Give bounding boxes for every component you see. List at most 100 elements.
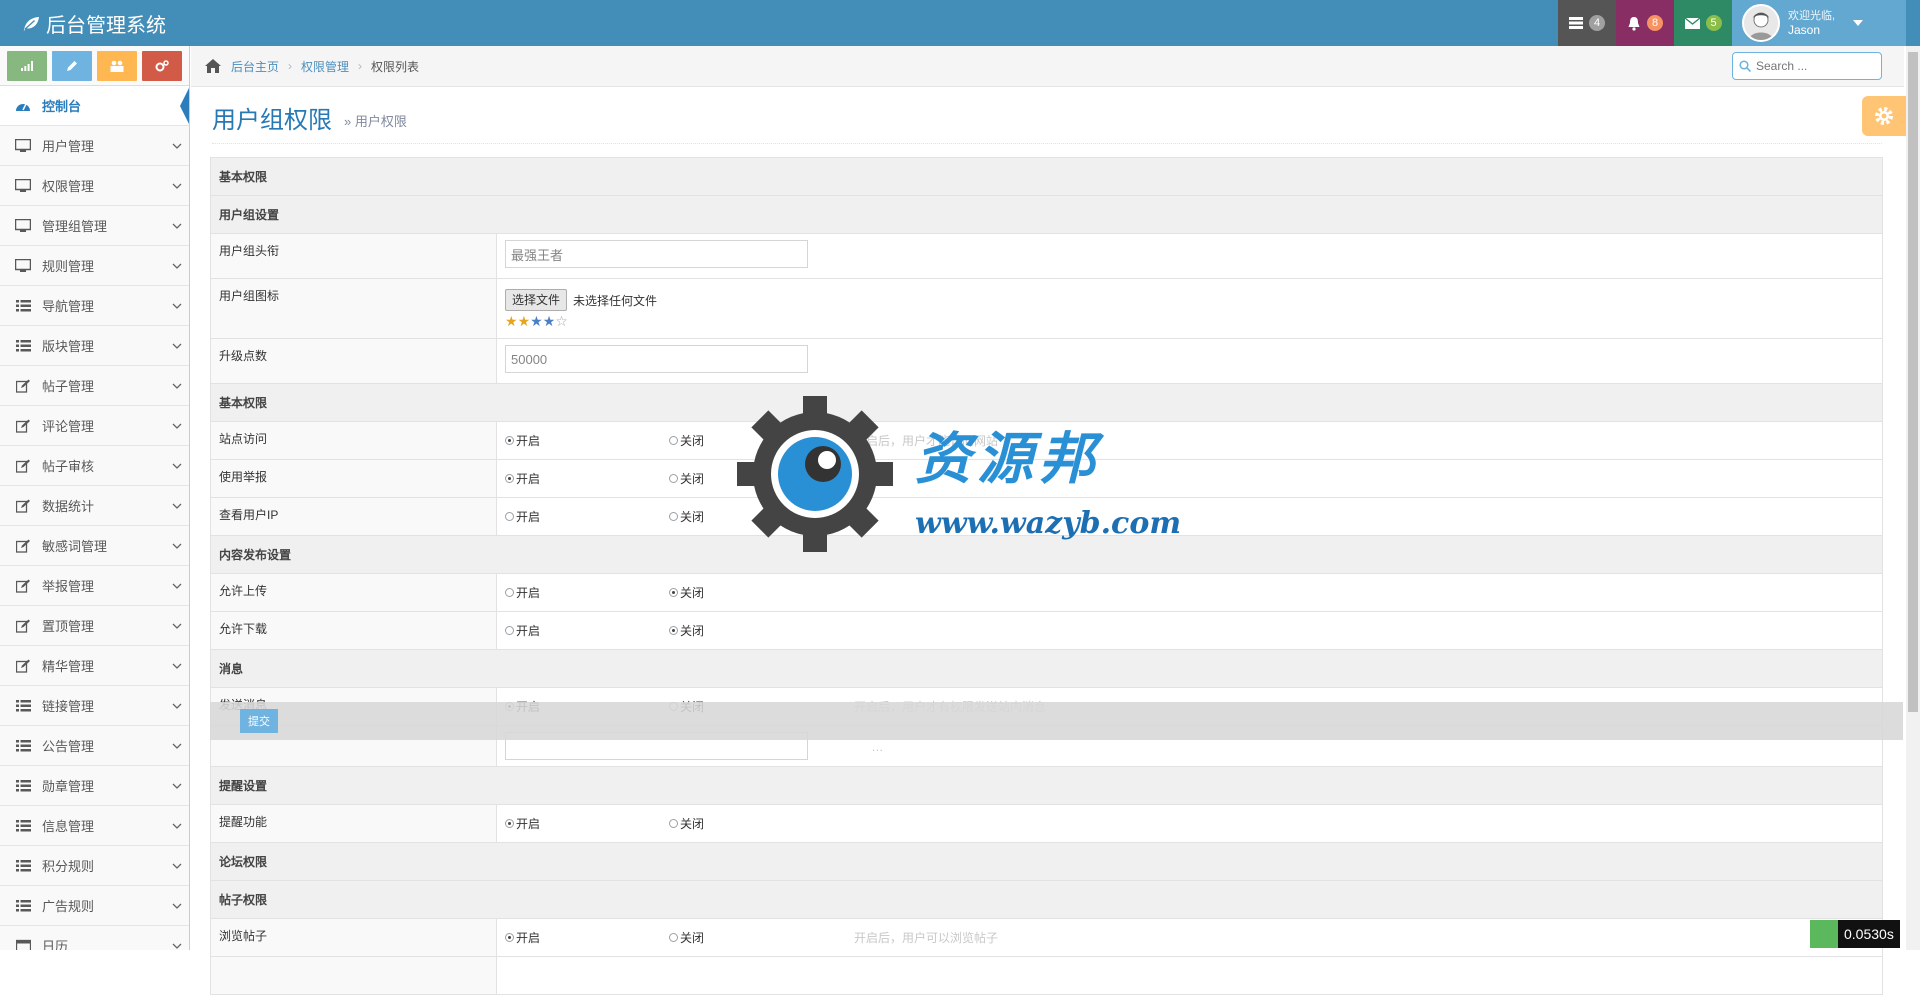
search-icon <box>1739 60 1751 72</box>
scrollbar-thumb[interactable] <box>1908 52 1918 712</box>
radio-on[interactable]: 开启 <box>505 432 669 449</box>
signal-icon <box>21 61 33 71</box>
sidebar-item[interactable]: 规则管理 <box>0 246 189 286</box>
subsection-group-settings: 用户组设置 <box>210 195 1883 234</box>
page-scrollbar[interactable] <box>1906 46 1920 950</box>
page-title: 用户组权限 <box>212 107 332 134</box>
tasks-icon <box>1569 17 1583 29</box>
sidebar-item[interactable]: 勋章管理 <box>0 766 189 806</box>
sidebar-item[interactable]: 管理组管理 <box>0 206 189 246</box>
sidebar-item-label: 信息管理 <box>42 819 95 834</box>
submit-button[interactable]: 提交 <box>240 709 278 733</box>
sidebar-item[interactable]: 控制台 <box>0 86 189 126</box>
upgrade-points-label: 升级点数 <box>210 338 497 384</box>
sidebar-item-label: 版块管理 <box>42 339 95 354</box>
breadcrumb-home-link[interactable]: 后台主页 <box>231 58 279 75</box>
stats-shortcut-button[interactable] <box>7 51 47 81</box>
sidebar-item-label: 勋章管理 <box>42 779 95 794</box>
chevron-down-icon <box>165 540 189 552</box>
list-icon <box>12 818 34 834</box>
ace-settings-button[interactable] <box>1862 96 1906 136</box>
list-icon <box>12 898 34 914</box>
sidebar-item[interactable]: 帖子管理 <box>0 366 189 406</box>
radio-off[interactable]: 关闭 <box>669 508 704 525</box>
sidebar-item[interactable]: 公告管理 <box>0 726 189 766</box>
chevron-down-icon <box>165 700 189 712</box>
sidebar-item-label: 帖子审核 <box>42 459 95 474</box>
sidebar-item[interactable]: 用户管理 <box>0 126 189 166</box>
sidebar-item[interactable]: 置顶管理 <box>0 606 189 646</box>
sidebar-item[interactable]: 信息管理 <box>0 806 189 846</box>
subsection-post-permission: 帖子权限 <box>210 880 1883 919</box>
radio-off[interactable]: 关闭 <box>669 929 704 946</box>
sidebar-item[interactable]: 链接管理 <box>0 686 189 726</box>
sidebar-item[interactable]: 敏感词管理 <box>0 526 189 566</box>
breadcrumb-parent-link[interactable]: 权限管理 <box>301 58 349 75</box>
messages-button[interactable]: 5 <box>1674 0 1732 46</box>
sidebar-item[interactable]: 精华管理 <box>0 646 189 686</box>
chevron-down-icon <box>165 940 189 951</box>
edit-icon <box>12 578 34 594</box>
edit-icon <box>12 458 34 474</box>
leaf-icon <box>23 16 39 31</box>
star-filled-icon: ★ <box>542 313 556 329</box>
subsection-remind: 提醒设置 <box>210 766 1883 805</box>
radio-on[interactable]: 开启 <box>505 929 669 946</box>
users-shortcut-button[interactable] <box>97 51 137 81</box>
radio-off[interactable]: 关闭 <box>669 432 704 449</box>
search-input[interactable] <box>1756 59 1876 73</box>
sidebar-item[interactable]: 导航管理 <box>0 286 189 326</box>
chevron-down-icon <box>165 820 189 832</box>
star-filled-icon: ★ <box>505 313 518 329</box>
radio-off[interactable]: 关闭 <box>669 815 704 832</box>
bell-icon <box>1628 16 1640 31</box>
radio-on[interactable]: 开启 <box>505 622 669 639</box>
edit-shortcut-button[interactable] <box>52 51 92 81</box>
home-icon[interactable] <box>205 59 221 73</box>
chevron-down-icon <box>165 660 189 672</box>
radio-off[interactable]: 关闭 <box>669 622 704 639</box>
group-icon <box>110 60 124 72</box>
view-ip-label: 查看用户IP <box>210 497 497 536</box>
sidebar-item-label: 举报管理 <box>42 579 95 594</box>
caret-down-icon <box>1853 20 1864 26</box>
notifications-badge: 8 <box>1647 15 1663 31</box>
sidebar-item[interactable]: 权限管理 <box>0 166 189 206</box>
user-menu[interactable]: 欢迎光临, Jason <box>1732 0 1906 46</box>
sidebar: 控制台 用户管理 权限管理 管理组管理 规则管理 导航管理版块管理帖子管理 评论管理帖子审核… <box>0 46 190 950</box>
rating-stars[interactable]: ★★★★☆ <box>505 313 1874 330</box>
chevron-down-icon <box>165 500 189 512</box>
radio-off[interactable]: 关闭 <box>669 584 704 601</box>
brand[interactable]: 后台管理系统 <box>22 9 166 38</box>
edit-icon <box>12 658 34 674</box>
sidebar-item[interactable]: 积分规则 <box>0 846 189 886</box>
choose-file-button[interactable]: 选择文件 <box>505 289 568 311</box>
settings-shortcut-button[interactable] <box>142 51 182 81</box>
sidebar-item[interactable]: 数据统计 <box>0 486 189 526</box>
allow-download-radio: 开启 关闭 <box>505 618 1874 642</box>
shortcut-buttons <box>0 46 189 86</box>
breadcrumb: 后台主页 › 权限管理 › 权限列表 <box>191 46 1904 87</box>
group-title-input[interactable] <box>505 240 808 268</box>
list-icon <box>12 298 34 314</box>
chevron-down-icon <box>165 580 189 592</box>
radio-on[interactable]: 开启 <box>505 470 669 487</box>
sidebar-item[interactable]: 帖子审核 <box>0 446 189 486</box>
sidebar-item[interactable]: 版块管理 <box>0 326 189 366</box>
upgrade-points-input[interactable] <box>505 345 808 373</box>
radio-on[interactable]: 开启 <box>505 815 669 832</box>
sidebar-item[interactable]: 举报管理 <box>0 566 189 606</box>
radio-on[interactable]: 开启 <box>505 508 669 525</box>
notifications-button[interactable]: 8 <box>1616 0 1674 46</box>
sidebar-item[interactable]: 广告规则 <box>0 886 189 926</box>
star-filled-icon: ★ <box>530 313 543 329</box>
desktop-icon <box>12 178 34 194</box>
list-icon <box>12 858 34 874</box>
sidebar-item[interactable]: 评论管理 <box>0 406 189 446</box>
tasks-button[interactable]: 4 <box>1558 0 1616 46</box>
sidebar-item[interactable]: 日历 <box>0 926 189 950</box>
page-subtitle: » 用户权限 <box>344 114 407 129</box>
chevron-down-icon <box>165 780 189 792</box>
radio-off[interactable]: 关闭 <box>669 470 704 487</box>
radio-on[interactable]: 开启 <box>505 584 669 601</box>
